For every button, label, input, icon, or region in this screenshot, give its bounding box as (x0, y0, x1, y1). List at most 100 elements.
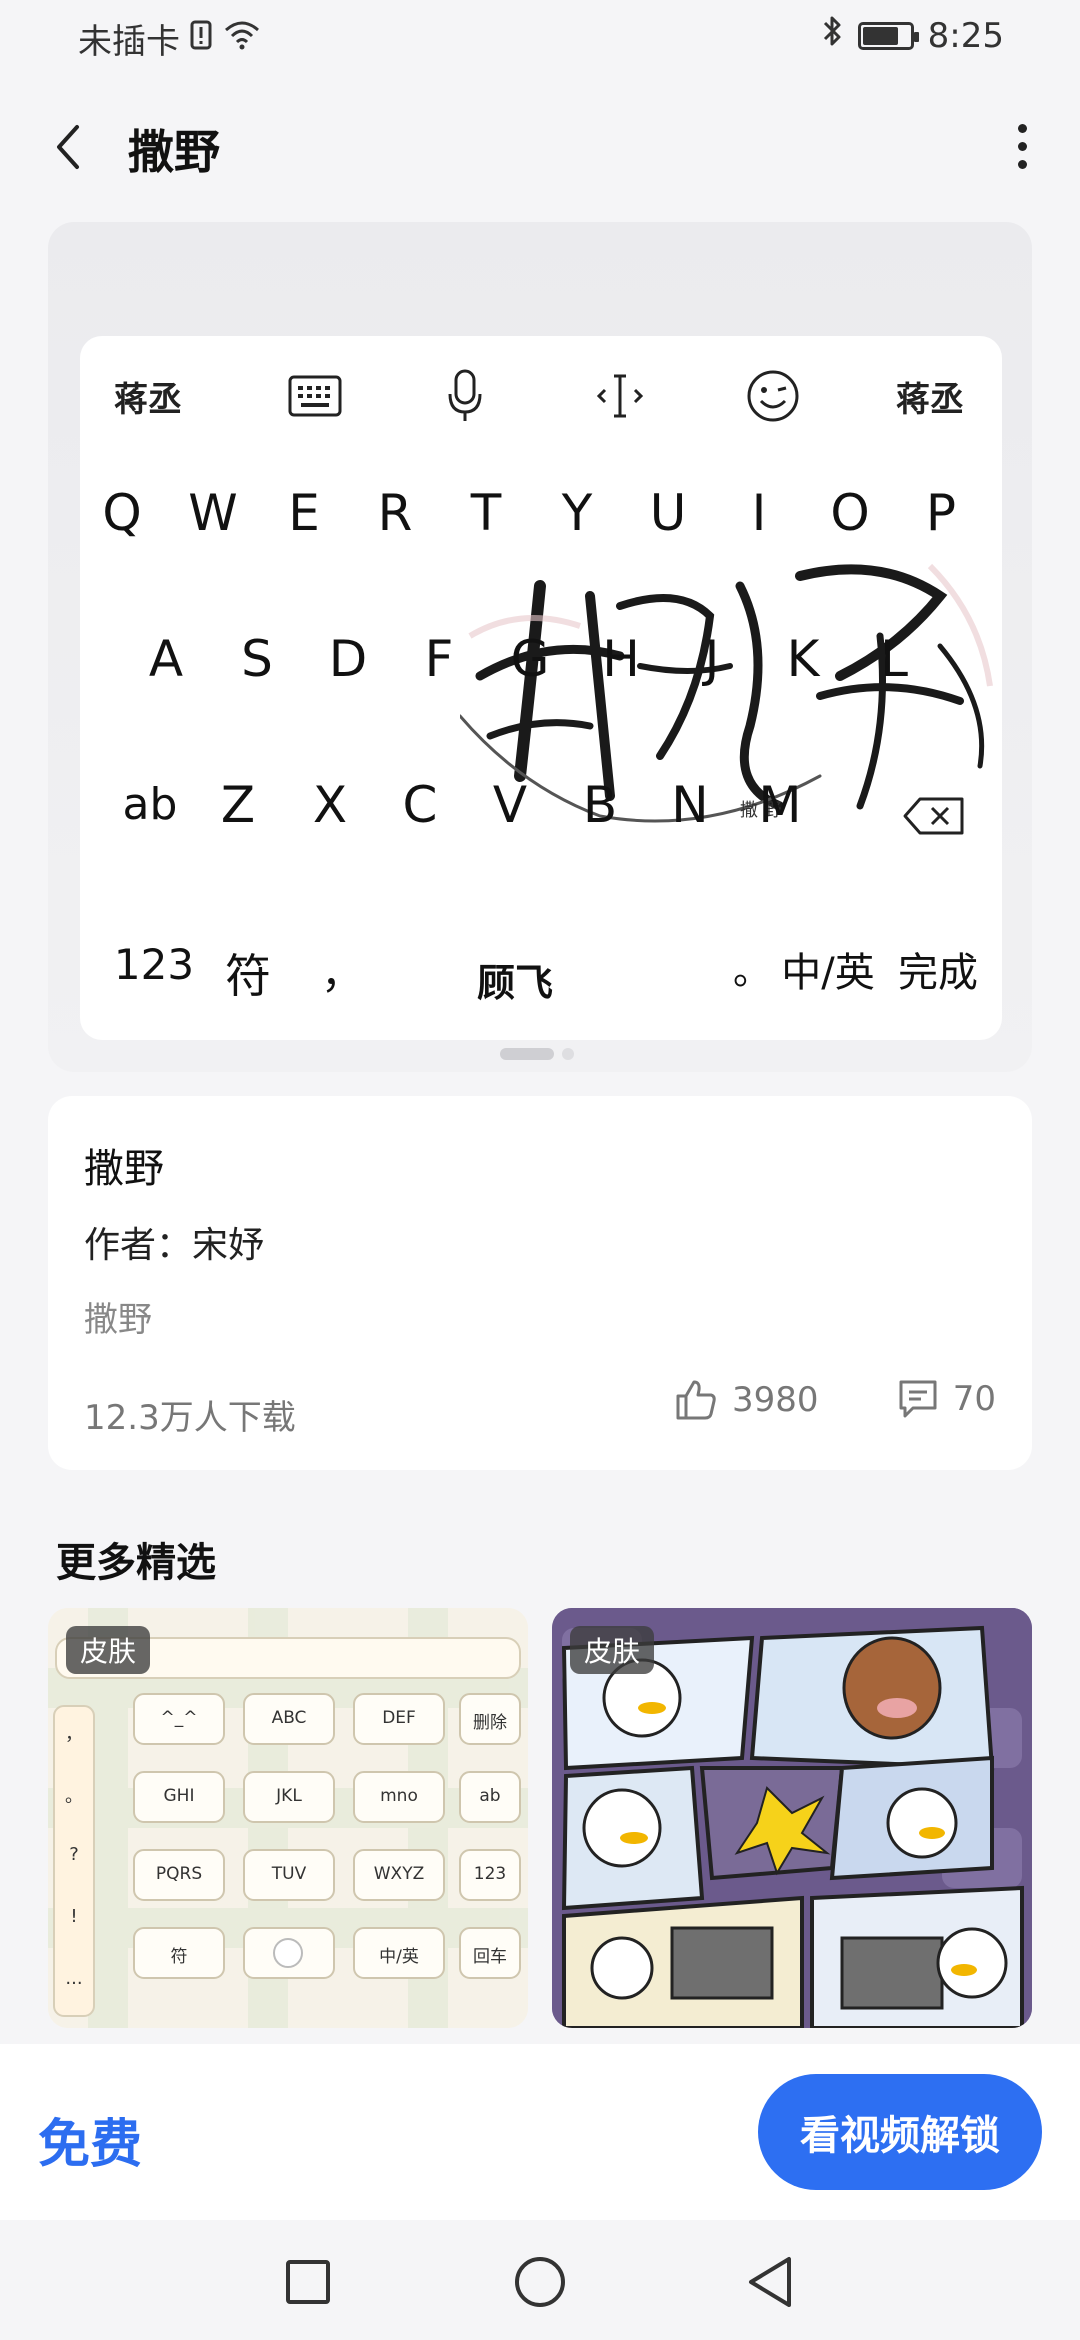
key-M: M (758, 776, 802, 834)
thumb-key-label: WXYZ (373, 1864, 425, 1884)
key-comma: ， (320, 949, 363, 998)
more-section-title: 更多精选 (56, 1540, 216, 1586)
cursor-icon (585, 356, 655, 436)
thumb-key-label: 删除 (473, 1713, 507, 1733)
thumb-key-label: DEF (382, 1708, 416, 1728)
key-T: T (470, 484, 502, 542)
watch-video-unlock-button[interactable]: 看视频解锁 (758, 2074, 1042, 2190)
thumb-key-label: ! (70, 1906, 78, 1927)
like-button[interactable]: 3980 (674, 1378, 819, 1422)
key-A: A (148, 630, 184, 688)
home-button[interactable] (508, 2250, 572, 2314)
key-O: O (830, 484, 870, 542)
thumb-key-label: ... (65, 1968, 83, 1989)
status-left: 未插卡 (78, 14, 262, 63)
key-lang-switch: 中/英 (781, 950, 875, 996)
status-right: 8:25 (822, 14, 1004, 57)
microphone-icon (430, 356, 500, 436)
keyboard-toolbar: 蒋丞 蒋丞 (80, 356, 1002, 436)
more-dot-icon (1017, 159, 1027, 169)
key-S: S (241, 630, 273, 688)
thumb-key-label: 。 (65, 1786, 83, 1807)
page-dot (562, 1048, 574, 1060)
thumb-key-label: mno (380, 1786, 418, 1806)
skin-tag: 皮肤 (66, 1626, 151, 1674)
page-dot-active (500, 1048, 554, 1060)
thumbs-up-icon (676, 1380, 716, 1420)
thumb-key-label: ^_^ (160, 1708, 198, 1728)
clock: 8:25 (927, 15, 1004, 56)
thumb-key-label: JKL (276, 1786, 302, 1806)
thumb-key-label: ab (479, 1786, 501, 1806)
page-title: 撒野 (128, 125, 220, 179)
thumb-key-label: ? (69, 1844, 79, 1865)
thumb-key-label: 回车 (473, 1947, 507, 1967)
carrier-label: 未插卡 (78, 22, 180, 62)
skin-author: 作者：宋妤 (84, 1225, 265, 1266)
recommend-card-2[interactable]: 皮肤 (552, 1608, 1032, 2028)
key-G: G (510, 630, 550, 688)
key-symbols: 符 (225, 949, 271, 1003)
back-arrow-icon (57, 125, 79, 169)
key-N: N (671, 776, 709, 834)
thumb-key-label: ABC (271, 1708, 307, 1728)
thumb-key-label: ， (65, 1724, 83, 1745)
emoji-icon (738, 356, 808, 436)
key-L: L (880, 630, 908, 688)
key-R: R (377, 484, 413, 542)
like-count: 3980 (732, 1380, 819, 1420)
system-nav-bar (0, 2220, 1080, 2340)
key-I: I (751, 484, 767, 542)
recommend-card-1[interactable]: ， 。?!... ^_^ ABC DEF 删除 GHI JKL mno ab PQRS TUV WXYZ… (48, 1608, 528, 2028)
battery-fill (862, 26, 898, 45)
key-H: H (602, 630, 640, 688)
header: 撒野 (0, 72, 1080, 222)
key-F: F (424, 630, 454, 688)
circle-icon (515, 2257, 565, 2307)
comment-icon (899, 1380, 937, 1418)
sim-alert-icon (190, 19, 212, 59)
key-X: X (312, 776, 348, 834)
battery-icon (857, 21, 919, 50)
backspace-icon (902, 796, 966, 840)
key-W: W (188, 484, 238, 542)
key-U: U (649, 484, 687, 542)
toolbar-name-left: 蒋丞 (114, 379, 182, 420)
skin-preview-card[interactable]: 撒 野 蒋丞 蒋丞 QWERTYUIOP ASDFGHJKL ab Z X C V B N M… (48, 222, 1032, 1072)
status-bar: 未插卡 8:25 (0, 0, 1080, 72)
comment-button[interactable]: 70 (897, 1378, 996, 1420)
triangle-back-icon (749, 2257, 791, 2307)
thumb-key-label: 123 (473, 1864, 507, 1884)
key-E: E (288, 484, 320, 542)
comment-count: 70 (952, 1379, 996, 1419)
more-dot-icon (1017, 141, 1027, 151)
key-J: J (704, 630, 720, 688)
recents-button[interactable] (276, 2250, 340, 2314)
key-Y: Y (561, 484, 593, 542)
system-back-button[interactable] (738, 2250, 802, 2314)
thumb-key-label: PQRS (155, 1864, 203, 1884)
back-button[interactable] (40, 112, 96, 182)
skin-tag: 皮肤 (570, 1626, 655, 1674)
key-B: B (582, 776, 618, 834)
page-indicator (500, 1048, 574, 1060)
price-label: 免费 (38, 2115, 143, 2175)
download-count: 12.3万人下载 (84, 1398, 296, 1438)
bluetooth-icon (822, 14, 844, 57)
skin-description: 撒野 (84, 1300, 152, 1340)
key-Z: Z (220, 776, 256, 834)
keyboard-preview: 撒 野 蒋丞 蒋丞 QWERTYUIOP ASDFGHJKL ab Z X C V B N M… (80, 336, 1002, 1040)
keyboard-icon (280, 356, 350, 436)
key-space: 顾飞 (476, 961, 553, 1005)
more-options-button[interactable] (1000, 116, 1044, 176)
thumb-key-label: 符 (170, 1947, 188, 1967)
key-done: 完成 (898, 950, 978, 996)
square-icon (286, 2260, 330, 2304)
thumb-key-label: 中/英 (379, 1947, 419, 1967)
skin-name: 撒野 (84, 1146, 164, 1192)
more-dot-icon (1017, 123, 1027, 133)
key-D: D (328, 630, 368, 688)
key-V: V (492, 776, 528, 834)
key-123: 123 (113, 940, 195, 989)
key-ab: ab (122, 779, 178, 830)
